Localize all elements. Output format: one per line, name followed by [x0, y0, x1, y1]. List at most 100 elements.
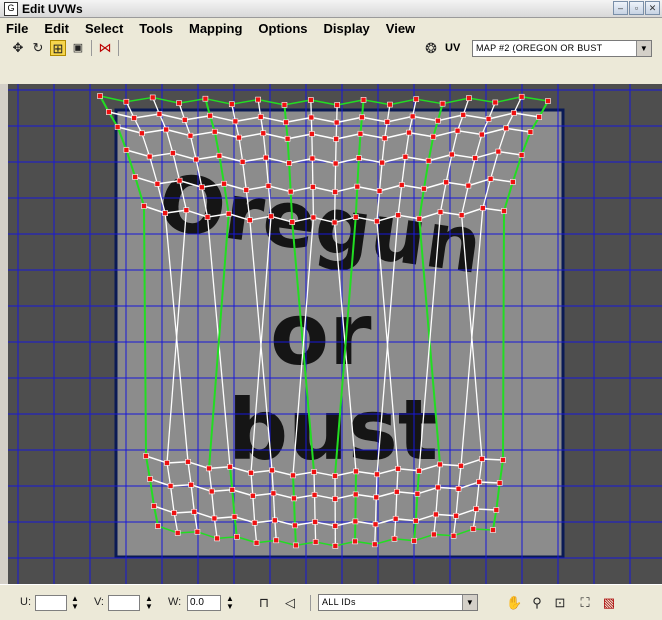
uv-edge	[284, 100, 310, 105]
checker-map-icon[interactable]: ❂	[423, 40, 439, 56]
uv-edge	[153, 97, 179, 103]
uv-vertex	[479, 132, 484, 137]
uv-vertex	[377, 188, 382, 193]
uv-edge	[313, 187, 314, 217]
uv-vertex	[312, 492, 317, 497]
uv-vertex	[274, 538, 279, 543]
uv-vertex	[230, 487, 235, 492]
uv-vertex	[309, 131, 314, 136]
window-title: Edit UVWs	[22, 2, 83, 16]
menu-select[interactable]: Select	[85, 21, 123, 36]
uv-vertex	[287, 161, 292, 166]
u-spinner[interactable]: ▲▼	[71, 595, 79, 611]
lock-icon[interactable]: ⊓	[256, 595, 272, 611]
uv-vertex	[271, 491, 276, 496]
ids-select-value: ALL IDs	[322, 597, 356, 607]
move-icon[interactable]: ✥	[10, 40, 26, 56]
toolbar: ✥ ↻ ⊞ ▣ ⋈ ❂ UV MAP #2 (OREGON OR BUST ▼	[0, 38, 662, 84]
uv-vertex	[148, 477, 153, 482]
texture-word-3: bust	[228, 381, 438, 479]
chevron-down-icon[interactable]: ▼	[636, 41, 651, 56]
uv-vertex	[335, 102, 340, 107]
title-bar: G Edit UVWs – ▫ ✕	[0, 0, 662, 18]
w-label: W:	[168, 596, 181, 608]
uv-vertex	[414, 97, 419, 102]
uv-edge	[311, 100, 337, 105]
uv-edge	[390, 99, 416, 104]
menu-view[interactable]: View	[386, 21, 415, 36]
uv-edge	[336, 139, 337, 163]
uv-vertex	[282, 102, 287, 107]
uv-vertex	[184, 208, 189, 213]
uv-vertex	[269, 214, 274, 219]
uv-edge	[315, 495, 316, 522]
u-field[interactable]	[35, 595, 67, 611]
menu-file[interactable]: File	[6, 21, 28, 36]
w-spinner[interactable]: ▲▼	[226, 595, 234, 611]
uv-vertex	[440, 101, 445, 106]
uv-vertex	[406, 130, 411, 135]
uv-edge	[469, 98, 495, 102]
uv-vertex	[333, 543, 338, 548]
uv-vertex	[474, 506, 479, 511]
uv-vertex	[155, 181, 160, 186]
menu-edit[interactable]: Edit	[44, 21, 69, 36]
rotate-icon[interactable]: ↻	[30, 40, 46, 56]
zoom-extents-icon[interactable]: ⛶	[577, 595, 593, 611]
pan-icon[interactable]: ✋	[506, 595, 522, 611]
uv-edge	[258, 100, 284, 105]
chevron-down-icon[interactable]: ▼	[462, 595, 477, 610]
uv-vertex	[234, 534, 239, 539]
ids-select[interactable]: ALL IDs ▼	[318, 594, 478, 611]
uv-edge	[443, 98, 469, 104]
uv-vertex	[493, 100, 498, 105]
uv-vertex	[215, 536, 220, 541]
uv-vertex	[252, 520, 257, 525]
uv-vertex	[256, 97, 261, 102]
uv-vertex	[421, 186, 426, 191]
zoom-icon[interactable]: ⚲	[529, 595, 545, 611]
uv-vertex	[459, 213, 464, 218]
v-spinner[interactable]: ▲▼	[145, 595, 153, 611]
menu-tools[interactable]: Tools	[139, 21, 173, 36]
w-field[interactable]: 0.0	[187, 595, 221, 611]
uv-vertex	[168, 483, 173, 488]
uv-edge	[205, 99, 231, 104]
uv-edge	[522, 97, 548, 101]
uv-edge	[364, 100, 390, 105]
u-label: U:	[20, 596, 31, 608]
texture-toggle-icon[interactable]: ▧	[601, 595, 617, 611]
restore-icon[interactable]: ▫	[629, 1, 644, 15]
uv-vertex	[133, 175, 138, 180]
map-select[interactable]: MAP #2 (OREGON OR BUST ▼	[472, 40, 652, 57]
uv-vertex	[205, 215, 210, 220]
app-icon: G	[4, 2, 18, 16]
uv-vertex	[164, 127, 169, 132]
menu-bar: File Edit Select Tools Mapping Options D…	[0, 18, 662, 38]
uv-vertex	[373, 522, 378, 527]
uv-vertex	[466, 183, 471, 188]
uv-vertex	[222, 181, 227, 186]
uv-vertex	[244, 187, 249, 192]
uv-viewport[interactable]: Oregun or bust	[8, 84, 662, 584]
uv-vertex	[375, 472, 380, 477]
menu-mapping[interactable]: Mapping	[189, 21, 242, 36]
menu-display[interactable]: Display	[324, 21, 370, 36]
uv-label[interactable]: UV	[445, 42, 460, 54]
scale-icon[interactable]: ⊞	[50, 40, 66, 56]
uv-vertex	[454, 513, 459, 518]
mirror-icon[interactable]: ⋈	[97, 40, 113, 56]
uv-vertex	[132, 116, 137, 121]
uv-canvas[interactable]: Oregun or bust	[8, 84, 662, 584]
uv-vertex	[374, 495, 379, 500]
freeform-icon[interactable]: ▣	[70, 40, 86, 56]
v-field[interactable]	[108, 595, 140, 611]
filter-icon[interactable]: ◁	[282, 595, 298, 611]
close-icon[interactable]: ✕	[645, 1, 660, 15]
uv-vertex	[157, 111, 162, 116]
uv-vertex	[417, 216, 422, 221]
uv-vertex	[471, 526, 476, 531]
menu-options[interactable]: Options	[258, 21, 307, 36]
minimize-icon[interactable]: –	[613, 1, 628, 15]
zoom-region-icon[interactable]: ⊡	[552, 595, 568, 611]
